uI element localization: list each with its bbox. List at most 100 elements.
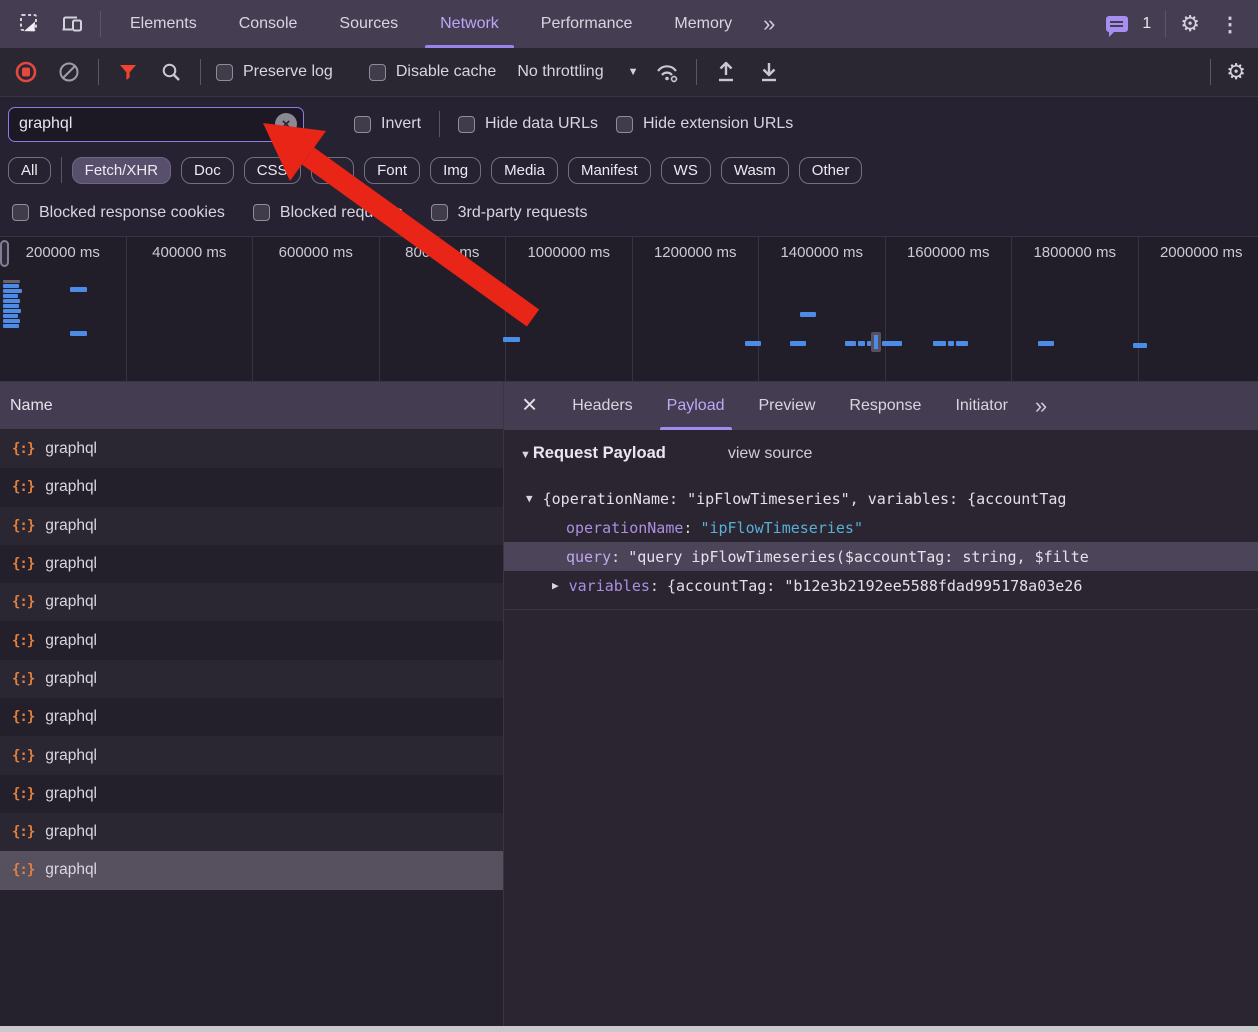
timeline-request-bar[interactable] <box>3 280 20 283</box>
timeline-request-bar[interactable] <box>3 324 19 328</box>
timeline-request-bar[interactable] <box>70 287 87 292</box>
timeline-request-bar[interactable] <box>3 319 20 323</box>
tab-console[interactable]: Console <box>218 0 319 48</box>
request-row[interactable]: {:}graphql <box>0 583 503 621</box>
inspect-element-icon[interactable] <box>16 10 44 38</box>
network-settings-gear-icon[interactable]: ⚙ <box>1226 61 1246 83</box>
toggle-device-toolbar-icon[interactable] <box>58 10 86 38</box>
close-icon[interactable]: × <box>504 389 555 424</box>
timeline-request-bar[interactable] <box>1038 341 1054 346</box>
checkbox[interactable] <box>12 204 29 221</box>
request-row[interactable]: {:}graphql <box>0 813 503 851</box>
hide-extension-urls-checkbox[interactable]: Hide extension URLs <box>616 115 793 133</box>
payload-preview-line[interactable]: ▼ {operationName: "ipFlowTimeseries", va… <box>504 484 1258 513</box>
view-source-link[interactable]: view source <box>728 445 812 463</box>
request-row[interactable]: {:}graphql <box>0 545 503 583</box>
detail-tab-response[interactable]: Response <box>832 382 938 430</box>
request-type-chip-other[interactable]: Other <box>799 157 863 184</box>
payload-variables-line[interactable]: ▶ variables: {accountTag: "b12e3b2192ee5… <box>504 571 1258 600</box>
checkbox[interactable] <box>431 204 448 221</box>
timeline-request-bar[interactable] <box>3 294 18 298</box>
expanded-triangle-icon[interactable]: ▼ <box>526 492 533 505</box>
request-row[interactable]: {:}graphql <box>0 430 503 468</box>
timeline-request-bar[interactable] <box>790 341 806 346</box>
timeline-request-bar[interactable] <box>3 299 20 303</box>
tab-memory[interactable]: Memory <box>653 0 753 48</box>
clear-network-log-icon[interactable] <box>55 58 83 86</box>
timeline-request-bar[interactable] <box>3 314 18 318</box>
network-overview-timeline[interactable]: 200000 ms400000 ms600000 ms800000 ms1000… <box>0 236 1258 382</box>
blocked-response-cookies-checkbox[interactable]: Blocked response cookies <box>12 204 225 222</box>
tab-network[interactable]: Network <box>419 0 520 48</box>
import-har-icon[interactable] <box>712 58 740 86</box>
filter-input[interactable]: graphql × <box>8 107 304 142</box>
timeline-request-bar[interactable] <box>800 312 816 317</box>
request-type-chip-ws[interactable]: WS <box>661 157 711 184</box>
export-har-icon[interactable] <box>755 58 783 86</box>
request-type-chip-font[interactable]: Font <box>364 157 420 184</box>
request-row[interactable]: {:}graphql <box>0 468 503 506</box>
clear-filter-icon[interactable]: × <box>275 113 297 135</box>
request-type-chip-all[interactable]: All <box>8 157 51 184</box>
request-row[interactable]: {:}graphql <box>0 621 503 659</box>
request-type-chip-fetchxhr[interactable]: Fetch/XHR <box>72 157 171 184</box>
timeline-request-bar[interactable] <box>70 331 87 336</box>
timeline-request-bar[interactable] <box>3 284 19 288</box>
request-type-chip-wasm[interactable]: Wasm <box>721 157 789 184</box>
checkbox[interactable] <box>253 204 270 221</box>
timeline-request-bar[interactable] <box>956 341 968 346</box>
detail-tab-preview[interactable]: Preview <box>742 382 833 430</box>
filter-input-value[interactable]: graphql <box>19 115 275 133</box>
request-row[interactable]: {:}graphql <box>0 660 503 698</box>
timeline-request-bar[interactable] <box>503 337 520 342</box>
timeline-request-bar[interactable] <box>845 341 856 346</box>
settings-gear-icon[interactable]: ⚙ <box>1180 13 1200 35</box>
customize-devtools-icon[interactable]: ⋮ <box>1214 12 1246 37</box>
request-row[interactable]: {:}graphql <box>0 851 503 889</box>
hide-data-urls-checkbox[interactable]: Hide data URLs <box>458 115 598 133</box>
request-row[interactable]: {:}graphql <box>0 698 503 736</box>
checkbox[interactable] <box>616 116 633 133</box>
timeline-request-bar[interactable] <box>3 289 22 293</box>
request-row[interactable]: {:}graphql <box>0 507 503 545</box>
3rd-party-requests-checkbox[interactable]: 3rd-party requests <box>431 204 588 222</box>
disable-cache-checkbox[interactable]: Disable cache <box>369 63 497 81</box>
filter-icon[interactable] <box>114 58 142 86</box>
preserve-log-checkbox[interactable]: Preserve log <box>216 63 333 81</box>
payload-query-line[interactable]: query: "query ipFlowTimeseries($accountT… <box>504 542 1258 571</box>
collapsed-triangle-icon[interactable]: ▶ <box>552 579 559 592</box>
detail-tab-headers[interactable]: Headers <box>555 382 649 430</box>
timeline-request-bar[interactable] <box>858 341 865 346</box>
detail-tab-payload[interactable]: Payload <box>650 382 742 430</box>
blocked-requests-checkbox[interactable]: Blocked requests <box>253 204 403 222</box>
request-type-chip-media[interactable]: Media <box>491 157 558 184</box>
timeline-request-bar[interactable] <box>1133 343 1147 348</box>
tab-sources[interactable]: Sources <box>318 0 419 48</box>
request-type-chip-js[interactable]: JS <box>311 157 355 184</box>
payload-operation-name-line[interactable]: operationName: "ipFlowTimeseries" <box>504 513 1258 542</box>
checkbox[interactable] <box>216 64 233 81</box>
timeline-request-bar[interactable] <box>745 341 761 346</box>
selected-request-marker[interactable] <box>871 332 881 352</box>
tab-elements[interactable]: Elements <box>109 0 218 48</box>
timeline-request-bar[interactable] <box>933 341 946 346</box>
request-row[interactable]: {:}graphql <box>0 736 503 774</box>
request-type-chip-css[interactable]: CSS <box>244 157 301 184</box>
request-type-chip-manifest[interactable]: Manifest <box>568 157 651 184</box>
detail-tab-initiator[interactable]: Initiator <box>938 382 1024 430</box>
request-type-chip-doc[interactable]: Doc <box>181 157 234 184</box>
tab-performance[interactable]: Performance <box>520 0 654 48</box>
record-network-log-icon[interactable] <box>12 58 40 86</box>
invert-checkbox[interactable]: Invert <box>354 115 421 133</box>
console-messages-icon[interactable] <box>1106 16 1128 32</box>
more-detail-tabs-icon[interactable]: » <box>1025 393 1055 419</box>
timeline-request-bar[interactable] <box>882 341 902 346</box>
throttling-dropdown[interactable]: No throttling ▼ <box>511 63 638 81</box>
timeline-request-bar[interactable] <box>3 304 19 308</box>
more-tabs-icon[interactable]: » <box>753 11 783 37</box>
timeline-scroll-handle[interactable] <box>0 240 9 267</box>
name-column-header[interactable]: Name <box>0 382 503 430</box>
checkbox[interactable] <box>354 116 371 133</box>
network-conditions-icon[interactable] <box>653 58 681 86</box>
collapse-triangle-icon[interactable]: ▼ <box>520 449 531 461</box>
